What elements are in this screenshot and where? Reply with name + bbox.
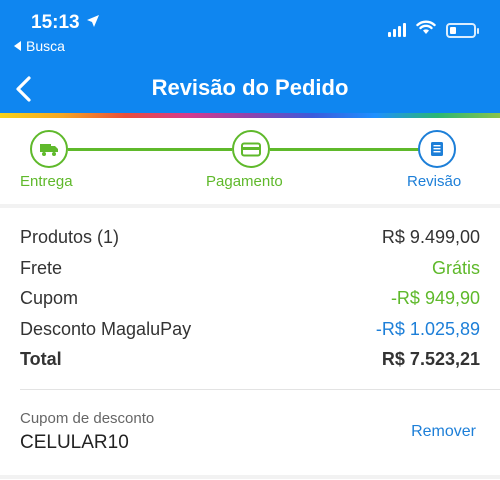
bottom-gap: [0, 475, 500, 479]
summary-value: -R$ 1.025,89: [376, 319, 480, 340]
wifi-icon: [416, 20, 436, 40]
small-back-triangle-icon: [14, 38, 22, 54]
summary-value: R$ 7.523,21: [382, 349, 480, 370]
list-icon: [429, 141, 445, 157]
step-pagamento[interactable]: [232, 130, 270, 168]
location-arrow-icon: [86, 12, 100, 34]
summary-row-cupom: Cupom -R$ 949,90: [20, 288, 480, 309]
checkout-stepper: Entrega Pagamento Revisão: [0, 118, 500, 204]
step-entrega[interactable]: [30, 130, 68, 168]
order-summary: Produtos (1) R$ 9.499,00 Frete Grátis Cu…: [0, 208, 500, 480]
step-connector: [270, 148, 420, 151]
step-label-pagamento: Pagamento: [206, 173, 283, 190]
back-app-label: Busca: [26, 38, 65, 54]
page-title: Revisão do Pedido: [0, 75, 500, 101]
cellular-signal-icon: [388, 23, 406, 37]
app-header: 15:13 Busca Revisão do Pedido: [0, 0, 500, 113]
summary-label: Cupom: [20, 288, 78, 309]
summary-label: Produtos (1): [20, 227, 119, 248]
step-label-entrega: Entrega: [20, 173, 73, 190]
divider: [20, 389, 500, 390]
coupon-label: Cupom de desconto: [20, 410, 154, 427]
status-time-group: 15:13: [31, 12, 100, 34]
remove-coupon-button[interactable]: Remover: [411, 423, 476, 441]
summary-label: Desconto MagaluPay: [20, 319, 191, 340]
card-icon: [241, 142, 261, 157]
truck-icon: [39, 141, 59, 157]
summary-row-total: Total R$ 7.523,21: [20, 349, 480, 370]
summary-label: Frete: [20, 258, 62, 279]
status-time: 15:13: [31, 12, 80, 34]
summary-row-desconto-magalupay: Desconto MagaluPay -R$ 1.025,89: [20, 319, 480, 340]
summary-label: Total: [20, 349, 62, 370]
summary-value: R$ 9.499,00: [382, 227, 480, 248]
summary-value: Grátis: [432, 258, 480, 279]
status-back-to-app[interactable]: Busca: [14, 38, 65, 54]
battery-icon: [446, 23, 476, 38]
summary-row-produtos: Produtos (1) R$ 9.499,00: [20, 227, 480, 248]
coupon-code: CELULAR10: [20, 432, 129, 454]
step-label-revisao: Revisão: [407, 173, 461, 190]
summary-value: -R$ 949,90: [391, 288, 480, 309]
summary-row-frete: Frete Grátis: [20, 258, 480, 279]
step-connector: [68, 148, 232, 151]
status-indicators: [388, 20, 476, 40]
step-revisao[interactable]: [418, 130, 456, 168]
